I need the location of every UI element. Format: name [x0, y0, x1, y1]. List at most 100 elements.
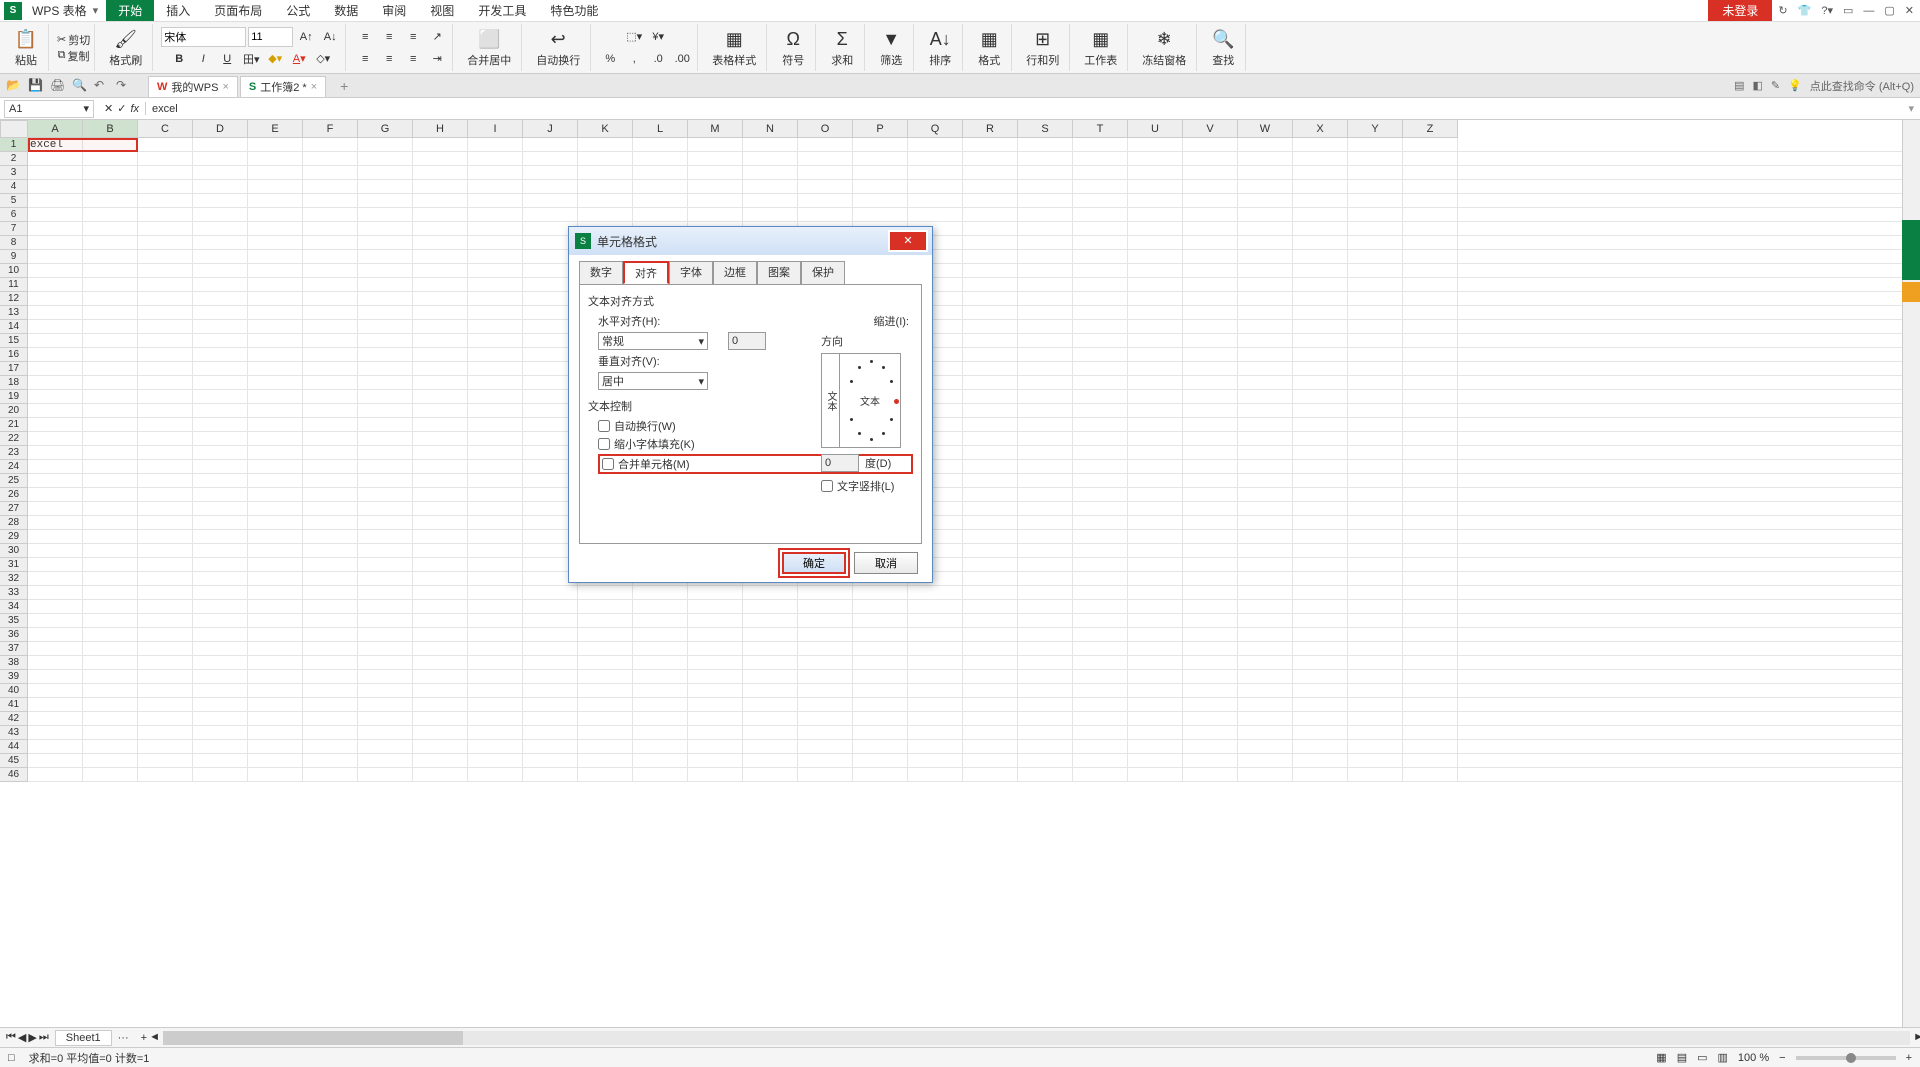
- align-right-icon[interactable]: ≡: [402, 48, 424, 70]
- shrink-checkbox[interactable]: [598, 438, 610, 450]
- align-center-icon[interactable]: ≡: [378, 48, 400, 70]
- col-header[interactable]: T: [1073, 120, 1128, 138]
- sheet-tab[interactable]: Sheet1: [55, 1030, 112, 1046]
- new-tab-button[interactable]: +: [332, 78, 356, 94]
- sheet-nav-last-icon[interactable]: ⏭: [39, 1031, 49, 1044]
- rowcol-button[interactable]: ⊞行和列: [1020, 25, 1065, 70]
- dialog-tab-1[interactable]: 对齐: [623, 261, 669, 284]
- row-header[interactable]: 35: [0, 614, 28, 628]
- col-header[interactable]: P: [853, 120, 908, 138]
- view-web-icon[interactable]: ▥: [1718, 1051, 1728, 1064]
- app-menu-dropdown[interactable]: ▾: [93, 4, 107, 17]
- symbol-button[interactable]: Ω符号: [775, 25, 811, 70]
- sort-button[interactable]: A↓排序: [922, 25, 958, 70]
- align-bottom-icon[interactable]: ≡: [402, 26, 424, 48]
- col-header[interactable]: M: [688, 120, 743, 138]
- doc-tab-1[interactable]: S工作簿2 *×: [240, 76, 326, 97]
- copy-button[interactable]: 复制: [68, 48, 90, 64]
- row-header[interactable]: 1: [0, 138, 28, 152]
- decrease-font-icon[interactable]: A↓: [319, 26, 341, 48]
- menu-tab-1[interactable]: 插入: [154, 0, 202, 21]
- format-painter-button[interactable]: 🖌 格式刷: [103, 25, 148, 70]
- row-header[interactable]: 31: [0, 558, 28, 572]
- menu-tab-5[interactable]: 审阅: [370, 0, 418, 21]
- ok-button[interactable]: 确定: [782, 552, 846, 574]
- col-header[interactable]: F: [303, 120, 358, 138]
- row-header[interactable]: 40: [0, 684, 28, 698]
- degree-spinner[interactable]: 0: [821, 454, 859, 472]
- col-header[interactable]: E: [248, 120, 303, 138]
- print-preview-icon[interactable]: 🔍: [72, 78, 88, 94]
- row-header[interactable]: 11: [0, 278, 28, 292]
- mini-window-icon[interactable]: ▭: [1843, 4, 1853, 17]
- col-header[interactable]: N: [743, 120, 798, 138]
- font-color-button[interactable]: A▾: [288, 48, 310, 70]
- row-header[interactable]: 23: [0, 446, 28, 460]
- paste-button[interactable]: 📋 粘贴: [8, 25, 44, 70]
- row-header[interactable]: 44: [0, 740, 28, 754]
- underline-button[interactable]: U: [216, 48, 238, 70]
- col-header[interactable]: Y: [1348, 120, 1403, 138]
- find-button[interactable]: 🔍查找: [1205, 25, 1241, 70]
- col-header[interactable]: V: [1183, 120, 1238, 138]
- clear-format-button[interactable]: ◇▾: [312, 48, 334, 70]
- currency-icon[interactable]: ¥▾: [647, 26, 669, 48]
- side-panel-tab-2[interactable]: [1902, 282, 1920, 302]
- row-header[interactable]: 12: [0, 292, 28, 306]
- cells[interactable]: excel: [28, 138, 1902, 1027]
- row-header[interactable]: 5: [0, 194, 28, 208]
- increase-font-icon[interactable]: A↑: [295, 26, 317, 48]
- redo-icon[interactable]: ↷: [116, 78, 132, 94]
- row-header[interactable]: 30: [0, 544, 28, 558]
- sum-button[interactable]: Σ求和: [824, 25, 860, 70]
- row-header[interactable]: 24: [0, 460, 28, 474]
- row-header[interactable]: 10: [0, 264, 28, 278]
- col-header[interactable]: K: [578, 120, 633, 138]
- dialog-close-button[interactable]: ✕: [890, 232, 926, 250]
- login-button[interactable]: 未登录: [1708, 0, 1772, 21]
- col-header[interactable]: U: [1128, 120, 1183, 138]
- row-header[interactable]: 22: [0, 432, 28, 446]
- menu-tab-0[interactable]: 开始: [106, 0, 154, 21]
- merge-cells-checkbox[interactable]: [602, 458, 614, 470]
- cancel-formula-icon[interactable]: ✕: [104, 102, 113, 115]
- row-header[interactable]: 45: [0, 754, 28, 768]
- col-header[interactable]: D: [193, 120, 248, 138]
- wrap-checkbox[interactable]: [598, 420, 610, 432]
- zoom-level[interactable]: 100 %: [1738, 1052, 1769, 1064]
- row-header[interactable]: 15: [0, 334, 28, 348]
- row-header[interactable]: 43: [0, 726, 28, 740]
- save-icon[interactable]: 💾: [28, 78, 44, 94]
- select-all-corner[interactable]: [0, 120, 28, 138]
- row-header[interactable]: 16: [0, 348, 28, 362]
- maximize-icon[interactable]: ▢: [1884, 4, 1894, 17]
- view-reading-icon[interactable]: ▭: [1697, 1051, 1707, 1064]
- col-header[interactable]: A: [28, 120, 83, 138]
- row-header[interactable]: 36: [0, 628, 28, 642]
- number-format-icon[interactable]: ⬚▾: [623, 26, 645, 48]
- filter-button[interactable]: ▼筛选: [873, 25, 909, 70]
- row-header[interactable]: 26: [0, 488, 28, 502]
- zoom-in-button[interactable]: +: [1906, 1052, 1912, 1064]
- side-panel-tab-1[interactable]: [1902, 220, 1920, 280]
- row-header[interactable]: 14: [0, 320, 28, 334]
- indent-icon[interactable]: ⇥: [426, 48, 448, 70]
- row-header[interactable]: 19: [0, 390, 28, 404]
- row-header[interactable]: 41: [0, 698, 28, 712]
- row-header[interactable]: 32: [0, 572, 28, 586]
- hscroll-right-icon[interactable]: ►: [1913, 1031, 1920, 1043]
- vertical-text-checkbox[interactable]: [821, 480, 833, 492]
- decrease-decimal-icon[interactable]: .00: [671, 48, 693, 70]
- zoom-slider[interactable]: [1796, 1056, 1896, 1060]
- menu-tab-4[interactable]: 数据: [322, 0, 370, 21]
- sheet-more-button[interactable]: ···: [112, 1032, 135, 1044]
- row-header[interactable]: 39: [0, 670, 28, 684]
- row-header[interactable]: 3: [0, 166, 28, 180]
- menu-tab-8[interactable]: 特色功能: [538, 0, 610, 21]
- help-icon[interactable]: ?▾: [1821, 4, 1833, 17]
- col-header[interactable]: O: [798, 120, 853, 138]
- fx-icon[interactable]: fx: [130, 103, 139, 115]
- row-header[interactable]: 7: [0, 222, 28, 236]
- fill-color-button[interactable]: ◆▾: [264, 48, 286, 70]
- menu-tab-6[interactable]: 视图: [418, 0, 466, 21]
